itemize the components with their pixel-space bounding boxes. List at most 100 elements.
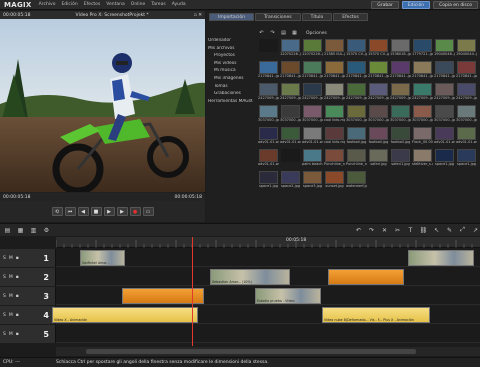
solo-button[interactable]: S: [3, 256, 6, 261]
media-file-item[interactable]: adv01-01.wmv: [434, 127, 455, 149]
timeline-track[interactable]: S M ▪ 4 Vídeo X - Animación Vídeo nube 8(Defo…: [0, 306, 480, 324]
playhead[interactable]: [192, 237, 193, 346]
mute-button[interactable]: M: [9, 332, 13, 337]
menu-tasks[interactable]: Tareas: [148, 2, 168, 7]
media-file-item[interactable]: space1.jpg: [258, 171, 279, 193]
media-file-item[interactable]: football.jpg: [390, 127, 411, 149]
folder-tree-item[interactable]: Mis imágenes: [208, 76, 256, 84]
timeline-scrollbar[interactable]: [56, 347, 480, 356]
tab-titles[interactable]: Título: [301, 13, 333, 21]
media-file-item[interactable]: [390, 171, 411, 193]
media-file-item[interactable]: 15370 CV..jpg: [346, 39, 367, 61]
folder-icon[interactable]: ▤: [280, 30, 287, 36]
media-file-item[interactable]: [368, 171, 389, 193]
zoom-icon[interactable]: ⤢: [458, 226, 467, 234]
media-file-item[interactable]: 2170841..jpg: [368, 61, 389, 83]
lock-icon[interactable]: ▪: [16, 256, 19, 261]
media-file-item[interactable]: 2170841..jpg: [258, 61, 279, 83]
scrollbar-thumb[interactable]: [86, 349, 416, 354]
solo-button[interactable]: S: [3, 294, 6, 299]
timeline-track[interactable]: S M ▪ 3 Estadio prueba - Vídeo: [0, 287, 480, 305]
tab-import[interactable]: Importación: [209, 13, 255, 21]
media-file-item[interactable]: [412, 171, 433, 193]
prev-marker-button[interactable]: ⏮: [64, 207, 76, 216]
media-file-item[interactable]: 3037000..jpg: [456, 105, 477, 127]
timeline-mode-icon[interactable]: ▤: [3, 226, 12, 234]
mute-button[interactable]: M: [9, 275, 13, 280]
link-icon[interactable]: ⛓: [419, 226, 428, 234]
storyboard-mode-icon[interactable]: ▦: [16, 226, 25, 234]
menu-online[interactable]: Online: [128, 2, 149, 7]
media-file-item[interactable]: 2170841..jpg: [412, 61, 433, 83]
undo-icon[interactable]: ↶: [354, 226, 363, 234]
options-menu[interactable]: Opciones: [306, 31, 327, 36]
media-file-item[interactable]: waterwerf.jpg: [346, 171, 367, 193]
folder-tree-item[interactable]: Mis archivos: [208, 46, 256, 54]
title-icon[interactable]: T: [406, 226, 415, 234]
fullscreen-button[interactable]: ▭: [142, 207, 154, 216]
view-icon[interactable]: ▦: [291, 30, 298, 36]
media-file-item[interactable]: 12070226..jpg: [302, 39, 323, 61]
media-file-item[interactable]: [456, 171, 477, 193]
delete-icon[interactable]: ✕: [380, 226, 389, 234]
video-preview[interactable]: [0, 19, 205, 192]
timeline-clip[interactable]: [408, 250, 474, 266]
media-file-item[interactable]: space1.jpg: [456, 149, 477, 171]
media-file-item[interactable]: adv01-01.wmv: [258, 127, 279, 149]
redo-icon[interactable]: ↷: [367, 226, 376, 234]
back-icon[interactable]: ↶: [258, 30, 265, 36]
media-file-item[interactable]: cool kids.mp4: [324, 127, 345, 149]
menu-edit[interactable]: Edición: [58, 2, 80, 7]
record-button[interactable]: ●: [129, 207, 141, 216]
menu-help[interactable]: Ayuda: [169, 2, 189, 7]
media-file-item[interactable]: football.jpg: [368, 127, 389, 149]
media-file-item[interactable]: adv01-01.wmv: [258, 149, 279, 171]
media-file-item[interactable]: [280, 149, 301, 171]
record-mode-button[interactable]: Grabar: [371, 1, 399, 9]
play-button[interactable]: ▶: [103, 207, 115, 216]
media-file-item[interactable]: 3037000..jpg: [412, 105, 433, 127]
pen-icon[interactable]: ✎: [445, 226, 454, 234]
media-file-item[interactable]: 1779721..jpg: [412, 39, 433, 61]
pointer-icon[interactable]: ↖: [432, 226, 441, 234]
media-file-item[interactable]: space3.jpg: [302, 171, 323, 193]
scene-overview-icon[interactable]: ▥: [29, 226, 38, 234]
tab-transitions[interactable]: Transiciones: [255, 13, 301, 21]
media-file-item[interactable]: 2427009..jpg: [434, 83, 455, 105]
mute-button[interactable]: M: [9, 294, 13, 299]
burn-disc-button[interactable]: Copia en disco: [433, 1, 478, 9]
settings-icon[interactable]: ⚙: [42, 226, 51, 234]
timeline-track[interactable]: S M ▪ 2 Sebastian Amor... (10%): [0, 268, 480, 286]
media-file-item[interactable]: 2427009..jpg: [412, 83, 433, 105]
mute-button[interactable]: M: [9, 256, 13, 261]
cursor-icon[interactable]: ↗: [471, 226, 480, 234]
media-file-item[interactable]: 2427009..jpg: [390, 83, 411, 105]
media-file-item[interactable]: 15370 CV..jpg: [368, 39, 389, 61]
cut-icon[interactable]: ✂: [393, 226, 402, 234]
media-file-item[interactable]: 3037000..jpg: [390, 105, 411, 127]
folder-tree-item[interactable]: Mis vídeos: [208, 61, 256, 69]
timeline-clip[interactable]: Sebastian Amor... (10%): [210, 269, 290, 285]
media-file-item[interactable]: 2427009..jpg: [302, 83, 323, 105]
media-file-item[interactable]: 3037000..jpg: [434, 105, 455, 127]
media-file-item[interactable]: safari.jpg: [368, 149, 389, 171]
folder-tree-item[interactable]: Mi música: [208, 68, 256, 76]
media-file-item[interactable]: safari1.jpg: [390, 149, 411, 171]
media-file-item[interactable]: 3037000..jpg: [258, 105, 279, 127]
media-file-item[interactable]: 2427009..jpg: [346, 83, 367, 105]
timeline-clip[interactable]: [328, 269, 404, 285]
media-file-item[interactable]: 2427009..jpg: [456, 83, 477, 105]
lock-icon[interactable]: ▪: [16, 332, 19, 337]
media-file-item[interactable]: 19040044..jpg: [456, 39, 477, 61]
media-file-item[interactable]: 3037000..jpg: [280, 105, 301, 127]
media-file-item[interactable]: 2170841..jpg: [346, 61, 367, 83]
media-file-item[interactable]: space2.jpg: [280, 171, 301, 193]
media-file-item[interactable]: 3037000..jpg: [368, 105, 389, 127]
media-file-item[interactable]: 2170841..jpg: [302, 61, 323, 83]
media-file-item[interactable]: football.jpg: [346, 127, 367, 149]
menu-file[interactable]: Archivo: [36, 2, 59, 7]
media-file-item[interactable]: 12070226..jpg: [280, 39, 301, 61]
media-file-item[interactable]: 2427009..jpg: [258, 83, 279, 105]
media-file-item[interactable]: sunset.jpg: [324, 171, 345, 193]
folder-tree-item[interactable]: Ordenador: [208, 38, 256, 46]
